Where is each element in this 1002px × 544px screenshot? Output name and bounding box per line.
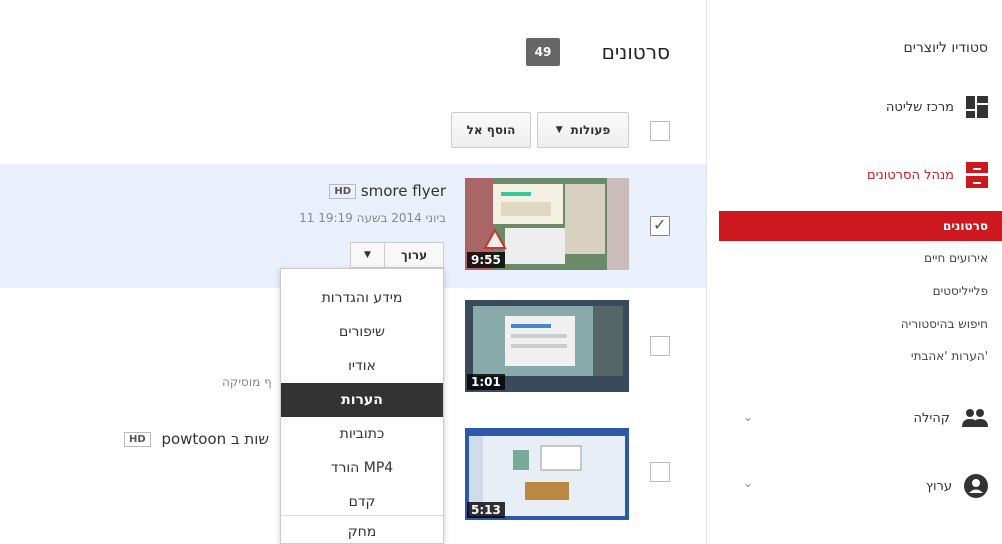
video-title-link[interactable]: HD powtoon שות ב: [124, 430, 269, 448]
video-title: smore flyer: [360, 182, 446, 200]
video-duration: 9:55: [467, 252, 505, 268]
hd-badge: HD: [124, 432, 151, 447]
row-checkbox[interactable]: [650, 462, 670, 482]
video-date: 11 ביוני 2014 בשעה 19:19: [299, 211, 446, 225]
chevron-down-icon[interactable]: ⌄: [743, 410, 753, 424]
account-circle-icon: [964, 474, 988, 498]
add-to-button[interactable]: הוסף אל: [451, 112, 531, 148]
subnav-item-live-events[interactable]: אירועים חיים: [719, 243, 1002, 273]
menu-item-audio[interactable]: אודיו: [281, 349, 443, 383]
actions-button[interactable]: ▼ פעולות: [537, 112, 629, 148]
subnav-item-liked-comments[interactable]: הערות 'אהבתי': [719, 341, 1002, 371]
menu-item-subtitles[interactable]: כתוביות: [281, 417, 443, 451]
menu-item-promote[interactable]: קדם: [281, 485, 443, 519]
edit-dropdown-menu: מידע והגדרות שיפורים אודיו הערות כתוביות…: [280, 268, 444, 544]
video-count-badge: 49: [526, 38, 560, 66]
chevron-down-icon[interactable]: ⌄: [743, 476, 753, 490]
dashboard-icon: [966, 96, 988, 118]
menu-divider: [281, 515, 443, 516]
menu-item-info-settings[interactable]: מידע והגדרות: [281, 281, 443, 315]
edit-button[interactable]: ▼ ערוך: [350, 242, 444, 268]
sidebar-item-label: מרכז שליטה: [885, 99, 954, 115]
menu-item-annotations[interactable]: הערות: [281, 383, 443, 417]
select-all-checkbox[interactable]: [650, 121, 670, 141]
studio-title: סטודיו ליוצרים: [903, 40, 988, 56]
video-thumbnail[interactable]: 9:55: [465, 178, 629, 270]
video-title: powtoon שות ב: [161, 430, 269, 448]
sidebar-item-label: קהילה: [913, 410, 950, 426]
main-content: סרטונים 49 ▼ פעולות הוסף אל 9:55 HD smor…: [0, 0, 706, 544]
video-title-link[interactable]: HD smore flyer: [323, 182, 446, 200]
menu-item-delete[interactable]: מחק: [281, 519, 443, 544]
community-icon: [962, 409, 988, 427]
add-to-label: הוסף אל: [466, 123, 516, 137]
hd-badge: HD: [329, 184, 357, 199]
video-duration: 5:13: [467, 502, 505, 518]
subnav-item-videos[interactable]: סרטונים: [719, 211, 1002, 241]
sidebar-item-video-manager[interactable]: מנהל הסרטונים: [867, 162, 988, 188]
sidebar-item-channel[interactable]: ערוץ: [926, 474, 988, 498]
sidebar-item-label: מנהל הסרטונים: [866, 167, 954, 183]
video-manager-icon: [966, 162, 988, 188]
subnav-item-playlists[interactable]: פלייליסטים: [719, 276, 1002, 306]
sidebar-item-community[interactable]: קהילה: [913, 408, 988, 428]
menu-item-download-mp4[interactable]: הורד MP4: [281, 451, 443, 485]
edit-menu-caret-icon[interactable]: ▼: [351, 243, 385, 267]
edit-label: ערוך: [400, 248, 428, 262]
caret-down-icon: ▼: [555, 125, 563, 135]
sidebar-item-label: ערוץ: [925, 478, 952, 494]
actions-label: פעולות: [570, 123, 611, 137]
video-thumbnail[interactable]: 1:01: [465, 300, 629, 392]
menu-item-enhancements[interactable]: שיפורים: [281, 315, 443, 349]
sidebar-item-dashboard[interactable]: מרכז שליטה: [886, 96, 988, 118]
row-checkbox[interactable]: [650, 215, 670, 236]
row-checkbox[interactable]: [650, 336, 670, 356]
sidebar: סטודיו ליוצרים מרכז שליטה מנהל הסרטונים …: [706, 0, 1002, 544]
video-thumbnail[interactable]: 5:13: [465, 428, 629, 520]
row-text-fragment: ף מוסיקה: [222, 375, 272, 389]
page-title: סרטונים: [601, 40, 670, 64]
video-duration: 1:01: [467, 374, 505, 390]
subnav-item-search-history[interactable]: חיפוש בהיסטוריה: [719, 309, 1002, 339]
